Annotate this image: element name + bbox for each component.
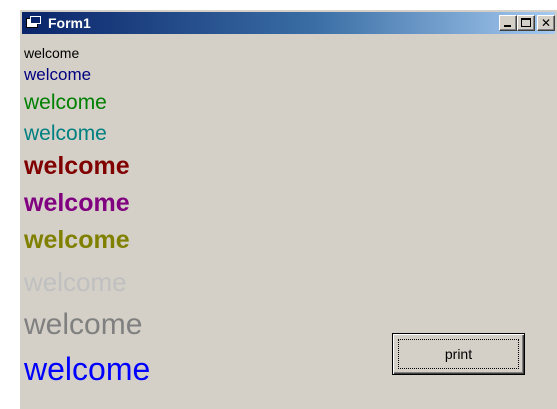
welcome-line-5: welcome xyxy=(24,152,130,180)
maximize-button[interactable] xyxy=(517,15,535,31)
welcome-line-9: welcome xyxy=(24,308,143,341)
minimize-button[interactable] xyxy=(499,15,517,31)
maximize-icon xyxy=(521,18,531,27)
form1-window: Form1 ✕ welcome welcome welcome welcome … xyxy=(18,8,557,409)
form-client-area: welcome welcome welcome welcome welcome … xyxy=(22,34,557,409)
print-button-label: print xyxy=(398,339,519,369)
welcome-line-2: welcome xyxy=(24,65,92,84)
title-bar[interactable]: Form1 ✕ xyxy=(22,12,555,34)
form-window-icon[interactable] xyxy=(26,16,42,30)
welcome-line-4: welcome xyxy=(24,122,107,145)
window-title: Form1 xyxy=(48,15,91,31)
welcome-line-6: welcome xyxy=(24,189,130,217)
welcome-line-7: welcome xyxy=(24,226,130,254)
close-icon: ✕ xyxy=(540,16,552,30)
minimize-icon xyxy=(504,25,511,27)
welcome-line-1: welcome xyxy=(24,45,80,61)
welcome-line-8: welcome xyxy=(24,267,127,297)
print-button[interactable]: print xyxy=(392,333,525,375)
close-button[interactable]: ✕ xyxy=(537,15,555,31)
welcome-line-10: welcome xyxy=(24,351,151,387)
caption-buttons: ✕ xyxy=(499,15,555,31)
welcome-line-3: welcome xyxy=(24,91,107,114)
